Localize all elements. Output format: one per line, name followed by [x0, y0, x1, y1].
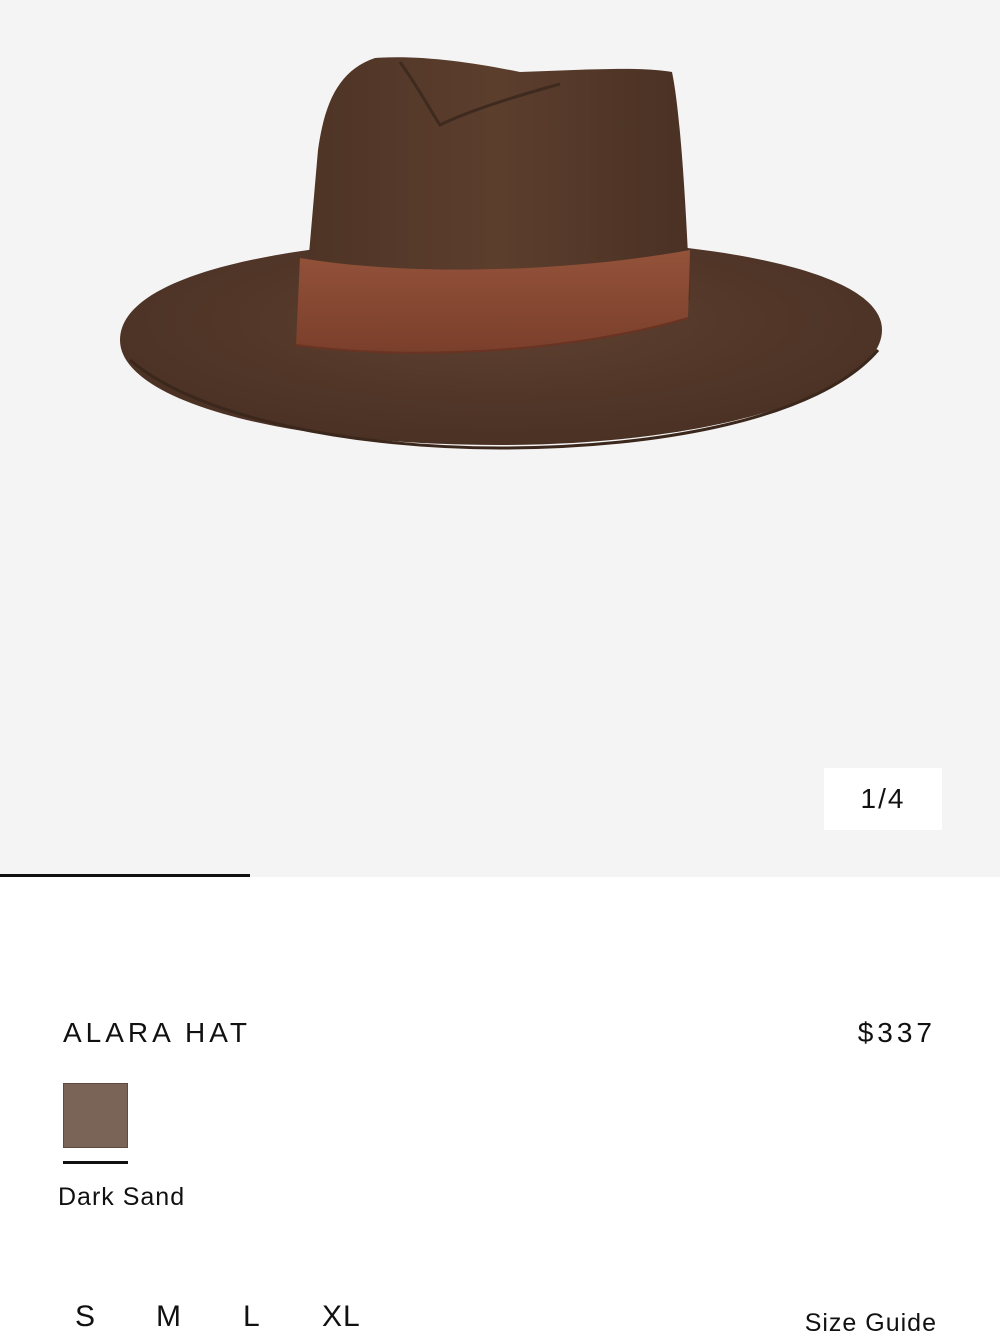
- selected-color-name: Dark Sand: [58, 1183, 186, 1211]
- selected-swatch-indicator: [63, 1161, 128, 1164]
- size-option-xl[interactable]: XL: [322, 1300, 361, 1333]
- size-option-s[interactable]: S: [75, 1300, 96, 1333]
- size-option-l[interactable]: L: [243, 1300, 261, 1333]
- image-counter: 1/4: [824, 768, 942, 830]
- product-title: ALARA HAT: [63, 1017, 251, 1048]
- product-image[interactable]: [0, 0, 1000, 877]
- color-swatch-dark-sand[interactable]: [63, 1083, 128, 1148]
- size-guide-link[interactable]: Size Guide: [805, 1309, 937, 1333]
- gallery-progress-bar: [0, 874, 1000, 877]
- product-image-gallery[interactable]: 1/4: [0, 0, 1000, 877]
- size-option-m[interactable]: M: [156, 1300, 182, 1333]
- gallery-progress-fill: [0, 874, 250, 877]
- product-price: $337: [857, 1017, 936, 1048]
